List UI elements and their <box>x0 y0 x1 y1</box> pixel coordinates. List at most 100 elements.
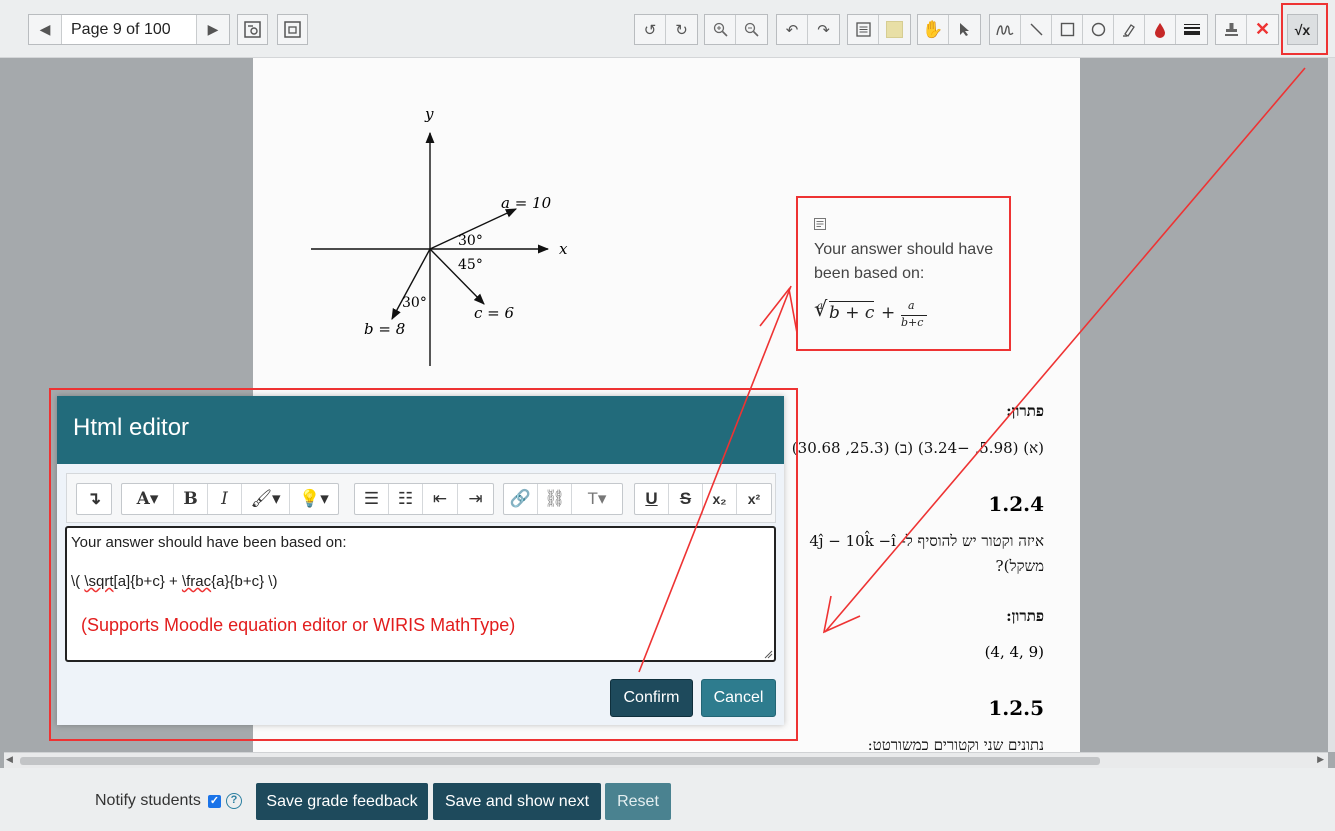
rotate-left-button[interactable]: ↺ <box>635 15 666 44</box>
link-button[interactable]: 🔗 <box>504 484 538 514</box>
insert-media-button[interactable]: 💡▾ <box>290 484 338 514</box>
toolbar-toggle-button[interactable]: ↴ <box>77 484 111 514</box>
oval-button[interactable] <box>1083 15 1114 44</box>
editor-support-note: (Supports Moodle equation editor or WIRI… <box>81 615 516 635</box>
unlink-button[interactable]: ⛓ <box>538 484 572 514</box>
highlight-button[interactable] <box>1114 15 1145 44</box>
horizontal-scroll-thumb[interactable] <box>20 757 1100 765</box>
stamp-button[interactable] <box>1216 15 1247 44</box>
indent-button[interactable]: ⇥ <box>458 484 493 514</box>
rotate-right-icon: ↻ <box>675 21 688 39</box>
stroke-width-button[interactable] <box>1176 15 1207 44</box>
history-group: ↶ ↷ <box>776 14 840 45</box>
lightbulb-icon: 💡▾ <box>299 489 329 508</box>
comment-text: Your answer should have been based on: <box>814 241 994 282</box>
undo-button[interactable]: ↶ <box>777 15 808 44</box>
stamp-group: ✕ <box>1215 14 1279 45</box>
oval-icon <box>1091 22 1105 37</box>
superscript-button[interactable]: x² <box>737 484 771 514</box>
delete-annotation-button[interactable]: ✕ <box>1247 15 1278 44</box>
vertical-scrollbar[interactable] <box>1328 58 1335 752</box>
draw-tools-group <box>989 14 1208 45</box>
italic-button[interactable]: I <box>208 484 242 514</box>
rectangle-button[interactable] <box>1052 15 1083 44</box>
root-sign: √ <box>814 297 828 321</box>
vector-a-label: a = 10 <box>501 194 552 212</box>
cursor-icon <box>960 23 969 36</box>
pen-button[interactable] <box>990 15 1021 44</box>
select-button[interactable] <box>949 15 980 44</box>
annotation-toolbar: ◀ Page 9 of 100 ▶ ↺ ↻ ↶ ↷ ✋ ✕ √x <box>0 0 1335 58</box>
caret-right-icon: ▶ <box>207 21 219 37</box>
editor-latex-line: \( \sqrt[a]{b+c} + \frac{a}{b+c} \) <box>71 573 277 590</box>
outdent-button[interactable]: ⇤ <box>423 484 458 514</box>
strikethrough-icon: S <box>679 489 692 508</box>
angle-label-b: 30° <box>402 295 427 311</box>
redo-button[interactable]: ↷ <box>808 15 839 44</box>
editor-toolbar: ↴ A▾ B I 🖌▾ 💡▾ ☰ ☷ ⇤ ⇥ 🔗 ⛓ T▾ U S x₂ x² <box>66 473 776 523</box>
clear-format-button[interactable]: T▾ <box>572 484 622 514</box>
latex-middle: [a]{b+c} + <box>113 573 182 590</box>
expand-comments-button[interactable] <box>277 14 308 45</box>
latex-open: \( <box>71 573 85 590</box>
comment-button[interactable] <box>848 15 879 44</box>
rotate-right-button[interactable]: ↻ <box>666 15 697 44</box>
bold-button[interactable]: B <box>174 484 208 514</box>
search-comments-icon <box>244 21 261 38</box>
link-group: 🔗 ⛓ T▾ <box>503 483 623 515</box>
unordered-list-button[interactable]: ☰ <box>355 484 389 514</box>
stroke-width-icon <box>1183 23 1200 35</box>
help-icon[interactable]: ? <box>226 793 242 809</box>
notify-students-checkbox[interactable]: ✓ <box>208 795 221 808</box>
comment-color-button[interactable] <box>879 15 910 44</box>
angle-label-c: 45° <box>458 257 483 273</box>
vector-c-label: c = 6 <box>474 304 515 322</box>
question-line-2: משקל)? <box>995 557 1044 575</box>
next-page-button[interactable]: ▶ <box>197 15 229 44</box>
search-comments-button[interactable] <box>237 14 268 45</box>
save-and-show-next-button[interactable]: Save and show next <box>433 783 601 820</box>
section-heading-1-2-5: 1.2.5 <box>988 696 1044 720</box>
comment-annotation[interactable]: Your answer should have been based on: a… <box>796 196 1011 351</box>
scroll-left-icon[interactable]: ◀ <box>6 754 13 765</box>
rotate-group: ↺ ↻ <box>634 14 698 45</box>
page-label[interactable]: Page 9 of 100 <box>61 15 197 44</box>
zoom-out-icon <box>744 22 759 37</box>
zoom-in-button[interactable] <box>705 15 736 44</box>
list-bullets-icon: ☰ <box>363 489 380 508</box>
solution-label-1: פתרון: <box>1006 402 1044 420</box>
ordered-list-button[interactable]: ☷ <box>389 484 423 514</box>
reset-button[interactable]: Reset <box>605 783 671 820</box>
paragraph-style-button[interactable]: A▾ <box>122 484 174 514</box>
horizontal-scrollbar[interactable]: ◀ ▶ <box>4 752 1328 768</box>
list-numbers-icon: ☷ <box>397 489 414 508</box>
zoom-in-icon <box>713 22 728 37</box>
undo-icon: ↶ <box>785 21 799 39</box>
cancel-button[interactable]: Cancel <box>701 679 776 717</box>
sqrt-icon: √x <box>1294 21 1311 38</box>
scroll-right-icon[interactable]: ▶ <box>1317 754 1324 765</box>
equation-button[interactable]: √x <box>1287 14 1318 45</box>
question-line-1: איזה וקטור יש להוסיף ל- 4ĵ − 10k̂ −î <box>809 532 1044 550</box>
comment-marker-icon <box>814 218 826 230</box>
caret-left-icon: ◀ <box>39 21 51 37</box>
editor-line-1: Your answer should have been based on: <box>71 534 347 551</box>
strikethrough-button[interactable]: S <box>669 484 703 514</box>
answer-2: (4, 4, 9) <box>984 643 1044 661</box>
save-grade-feedback-button[interactable]: Save grade feedback <box>256 783 428 820</box>
text-color-button[interactable]: 🖌▾ <box>242 484 290 514</box>
line-icon <box>1030 23 1042 36</box>
pan-button[interactable]: ✋ <box>918 15 949 44</box>
select-group: ✋ <box>917 14 981 45</box>
vector-b-label: b = 8 <box>364 320 406 338</box>
annotation-color-button[interactable] <box>1145 15 1176 44</box>
latex-close: {a}{b+c} \) <box>211 573 278 590</box>
subscript-button[interactable]: x₂ <box>703 484 737 514</box>
zoom-out-button[interactable] <box>736 15 767 44</box>
underline-button[interactable]: U <box>635 484 669 514</box>
line-button[interactable] <box>1021 15 1052 44</box>
confirm-button[interactable]: Confirm <box>610 679 693 717</box>
editor-content-area[interactable]: Your answer should have been based on: \… <box>65 526 776 662</box>
prev-page-button[interactable]: ◀ <box>29 15 61 44</box>
resize-grip-icon[interactable] <box>764 650 773 659</box>
